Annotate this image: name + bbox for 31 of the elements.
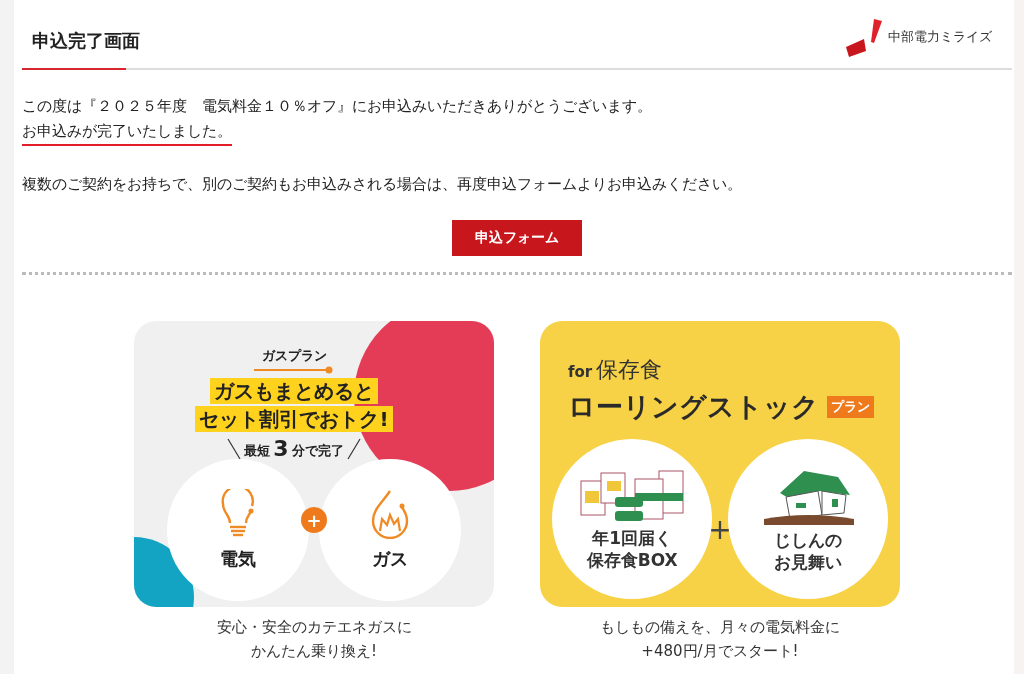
topic-text: 保存食 xyxy=(596,356,663,384)
time-text: 分で完了 xyxy=(291,442,344,460)
circle-label: 電気 xyxy=(220,547,256,571)
stock-plan-banner[interactable]: for 保存食 ローリングストック プラン 年1回届く 保存食BOX + じしんの お見舞い xyxy=(540,321,900,607)
circle-label: 年1回届く 保存食BOX xyxy=(586,527,678,571)
time-text: 最短 xyxy=(244,442,271,460)
banner-headline: セット割引でおトク! xyxy=(195,406,393,432)
for-text: for xyxy=(568,363,593,381)
banner-headline: ガスもまとめると xyxy=(210,378,378,404)
circle-label: じしんの お見舞い xyxy=(773,529,842,573)
plan-badge: プラン xyxy=(827,396,874,418)
logo-text: 中部電力ミライズ xyxy=(888,28,992,46)
slash-icon xyxy=(346,438,361,460)
flame-icon xyxy=(370,489,410,539)
circle-label: ガス xyxy=(372,547,408,571)
plus-sign: + xyxy=(708,512,732,546)
tag-line-icon xyxy=(254,366,334,374)
slash-icon xyxy=(227,438,242,460)
banner-caption: もしもの備えを、月々の電気料金に +480円/月でスタート! xyxy=(600,617,840,662)
application-form-button[interactable]: 申込フォーム xyxy=(452,220,582,256)
note-text: 複数のご契約をお持ちで、別のご契約もお申込みされる場合は、再度申込フォームよりお申込みください。 xyxy=(22,174,743,195)
message-text: この度は『２０２５年度 電気料金１０％オフ』にお申込みいただきありがとうございます。 xyxy=(22,96,652,117)
banner-caption: 安心・安全のカテエネガスに かんたん乗り換え! xyxy=(216,617,412,662)
plan-tag: ガスプラン xyxy=(261,347,327,365)
time-number: 3 xyxy=(273,438,289,460)
logo-icon xyxy=(844,17,884,57)
light-bulb-icon xyxy=(221,489,255,539)
gas-plan-banner[interactable]: ガスプラン ガスもまとめると セット割引でおトク! 最短 3 分で完了 電気 + ガス xyxy=(134,321,494,607)
banner-title: ローリングストック xyxy=(568,390,819,424)
message-text: お申込みが完了いたしました。 xyxy=(22,120,232,146)
page-title: 申込完了画面 xyxy=(32,29,140,53)
